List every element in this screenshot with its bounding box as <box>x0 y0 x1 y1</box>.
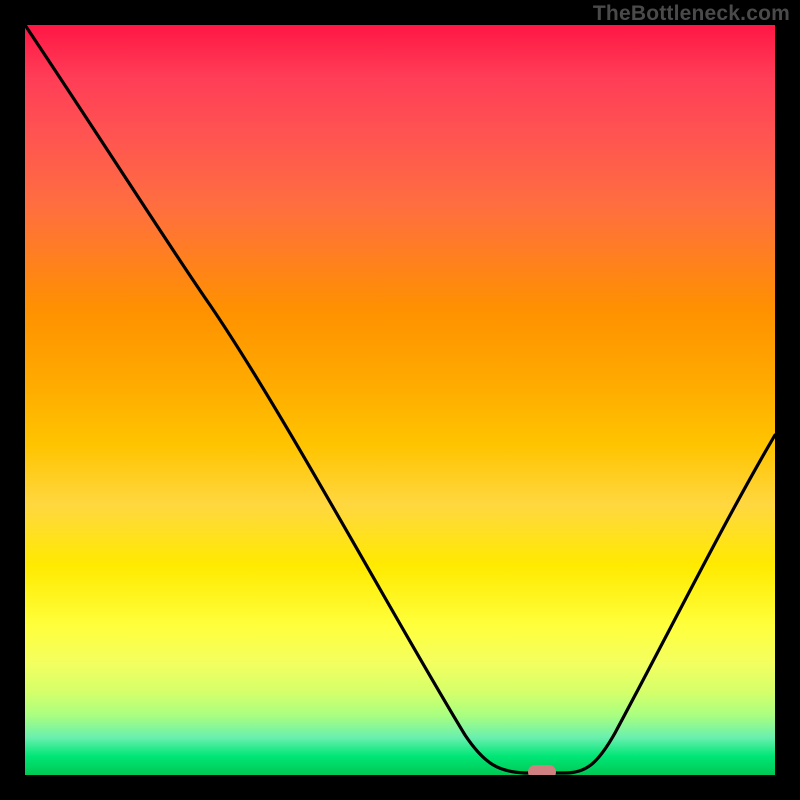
plot-area <box>25 25 775 775</box>
curve-path <box>25 25 775 773</box>
chart-frame: TheBottleneck.com <box>0 0 800 800</box>
bottleneck-curve <box>25 25 775 775</box>
watermark-text: TheBottleneck.com <box>593 2 790 26</box>
optimal-marker <box>528 765 556 775</box>
